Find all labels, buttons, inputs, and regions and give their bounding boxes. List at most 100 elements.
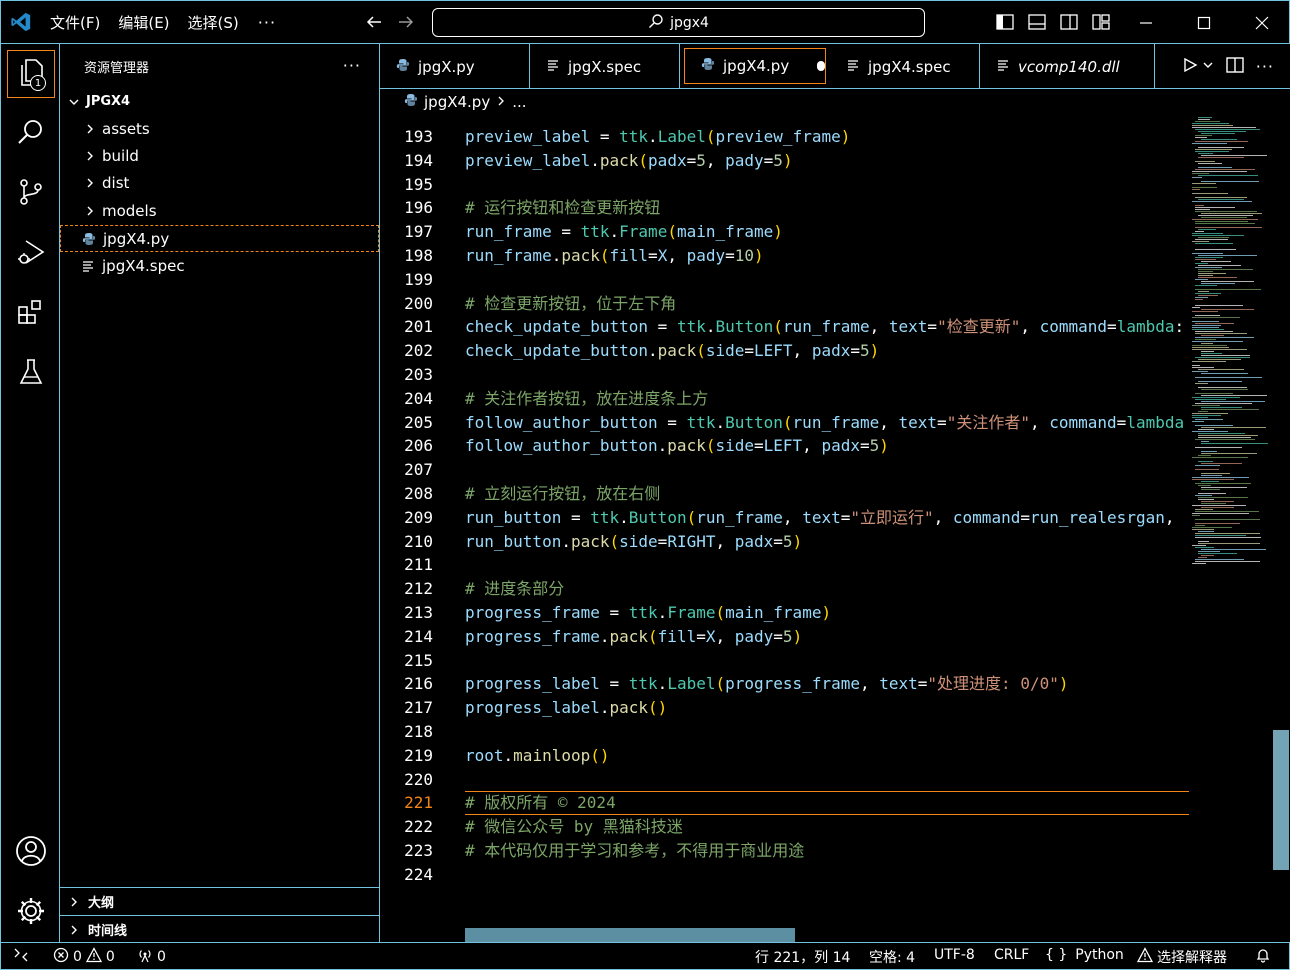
tree-item-build[interactable]: build (60, 142, 379, 169)
code-line[interactable]: 214 progress_frame.pack(fill=X, pady=5) (380, 625, 1190, 649)
notifications[interactable] (1255, 947, 1271, 967)
run-icon[interactable] (1182, 57, 1198, 77)
code-line[interactable]: 220 (380, 768, 1190, 792)
code-text[interactable]: run_button.pack(side=RIGHT, padx=5) (465, 530, 1189, 554)
extensions-activity-button[interactable] (7, 290, 55, 338)
ports-indicator[interactable]: 0 (137, 947, 166, 967)
code-line[interactable]: 208 # 立刻运行按钮，放在右侧 (380, 482, 1190, 506)
accounts-activity-button[interactable] (7, 829, 55, 877)
problems-indicator[interactable]: 0 0 (53, 947, 115, 967)
minimize-icon[interactable] (1131, 9, 1161, 37)
code-text[interactable]: # 微信公众号 by 黑猫科技迷 (465, 815, 1189, 839)
code-line[interactable]: 221 # 版权所有 © 2024 (380, 791, 1190, 815)
code-text[interactable]: # 运行按钮和检查更新按钮 (465, 196, 1189, 220)
tree-item-jpgx4-spec[interactable]: jpgX4.spec (60, 252, 379, 279)
code-line[interactable]: 205 follow_author_button = ttk.Button(run… (380, 411, 1190, 435)
code-text[interactable]: check_update_button.pack(side=LEFT, padx… (465, 339, 1189, 363)
code-text[interactable]: progress_frame.pack(fill=X, pady=5) (465, 625, 1189, 649)
vertical-scrollbar[interactable] (1273, 730, 1289, 870)
code-text[interactable]: check_update_button = ttk.Button(run_fra… (465, 315, 1189, 339)
code-line[interactable]: 196 # 运行按钮和检查更新按钮 (380, 196, 1190, 220)
menu-more-button[interactable]: ··· (248, 13, 286, 32)
customize-layout-icon[interactable] (1092, 13, 1112, 33)
code-line[interactable]: 193 preview_label = ttk.Label(preview_fra… (380, 125, 1190, 149)
menu-edit[interactable]: 编辑(E) (109, 12, 178, 33)
code-text[interactable]: # 检查更新按钮，位于左下角 (465, 292, 1189, 316)
end-of-line[interactable]: CRLF (994, 947, 1029, 963)
command-center-search[interactable]: jpgx4 (432, 8, 925, 37)
explorer-activity-button[interactable]: 1 (7, 50, 55, 98)
tree-item-models[interactable]: models (60, 197, 379, 224)
menu-file[interactable]: 文件(F) (41, 12, 109, 33)
code-line[interactable]: 198 run_frame.pack(fill=X, pady=10) (380, 244, 1190, 268)
indentation[interactable]: 空格: 4 (869, 947, 915, 967)
toggle-secondary-sidebar-icon[interactable] (1060, 13, 1080, 33)
back-arrow-icon[interactable] (363, 11, 385, 33)
code-text[interactable]: run_button = ttk.Button(run_frame, text=… (465, 506, 1189, 530)
code-line[interactable]: 218 (380, 720, 1190, 744)
code-line[interactable]: 215 (380, 649, 1190, 673)
code-text[interactable]: progress_label = ttk.Label(progress_fram… (465, 672, 1189, 696)
timeline-section[interactable]: 时间线 (60, 915, 379, 943)
more-actions-icon[interactable]: ··· (1256, 57, 1274, 76)
code-text[interactable]: progress_frame = ttk.Frame(main_frame) (465, 601, 1189, 625)
encoding[interactable]: UTF-8 (934, 947, 975, 963)
sidebar-more-button[interactable]: ··· (343, 56, 361, 75)
code-line[interactable]: 204 # 关注作者按钮，放在进度条上方 (380, 387, 1190, 411)
code-line[interactable]: 219 root.mainloop() (380, 744, 1190, 768)
code-line[interactable]: 209 run_button = ttk.Button(run_frame, te… (380, 506, 1190, 530)
code-text[interactable]: # 本代码仅用于学习和参考，不得用于商业用途 (465, 839, 1189, 863)
code-line[interactable]: 195 (380, 173, 1190, 197)
code-line[interactable]: 199 (380, 268, 1190, 292)
cursor-position[interactable]: 行 221，列 14 (755, 947, 850, 967)
remote-indicator[interactable] (13, 947, 29, 967)
search-activity-button[interactable] (7, 110, 55, 158)
toggle-panel-icon[interactable] (1028, 13, 1048, 33)
breadcrumb-file[interactable]: jpgX4.py (424, 93, 490, 111)
code-line[interactable]: 212 # 进度条部分 (380, 577, 1190, 601)
code-text[interactable]: # 进度条部分 (465, 577, 1189, 601)
toggle-primary-sidebar-icon[interactable] (996, 13, 1016, 33)
horizontal-scrollbar[interactable] (465, 928, 795, 942)
code-line[interactable]: 207 (380, 458, 1190, 482)
code-line[interactable]: 197 run_frame = ttk.Frame(main_frame) (380, 220, 1190, 244)
code-text[interactable]: preview_label = ttk.Label(preview_frame) (465, 125, 1189, 149)
code-line[interactable]: 202 check_update_button.pack(side=LEFT, p… (380, 339, 1190, 363)
code-line[interactable]: 206 follow_author_button.pack(side=LEFT, … (380, 434, 1190, 458)
tab-vcomp140-dll[interactable]: vcomp140.dll (980, 44, 1155, 89)
code-editor[interactable]: 193 preview_label = ttk.Label(preview_fra… (380, 115, 1290, 942)
maximize-icon[interactable] (1189, 9, 1219, 37)
code-line[interactable]: 217 progress_label.pack() (380, 696, 1190, 720)
interpreter-selector[interactable]: 选择解释器 (1136, 947, 1227, 967)
code-text[interactable]: follow_author_button = ttk.Button(run_fr… (465, 411, 1189, 435)
code-line[interactable]: 201 check_update_button = ttk.Button(run_… (380, 315, 1190, 339)
code-text[interactable]: # 版权所有 © 2024 (465, 791, 1189, 815)
testing-activity-button[interactable] (7, 350, 55, 398)
close-icon[interactable] (1247, 9, 1277, 37)
tree-item-jpgx4-py[interactable]: jpgX4.py (60, 225, 379, 252)
minimap[interactable] (1190, 115, 1274, 575)
tab-jpgx-spec[interactable]: jpgX.spec (530, 44, 680, 89)
tab-jpgx4-py[interactable]: jpgX4.py (684, 48, 826, 84)
code-text[interactable]: # 关注作者按钮，放在进度条上方 (465, 387, 1189, 411)
code-text[interactable]: run_frame = ttk.Frame(main_frame) (465, 220, 1189, 244)
forward-arrow-icon[interactable] (395, 11, 417, 33)
tree-item-dist[interactable]: dist (60, 169, 379, 196)
menu-selection[interactable]: 选择(S) (179, 12, 248, 33)
code-line[interactable]: 210 run_button.pack(side=RIGHT, padx=5) (380, 530, 1190, 554)
chevron-down-icon[interactable] (1202, 59, 1214, 75)
split-editor-icon[interactable] (1226, 56, 1244, 78)
unsaved-dot-icon[interactable] (817, 61, 825, 71)
workspace-root[interactable]: JPGX4 (60, 88, 379, 115)
run-debug-activity-button[interactable] (7, 230, 55, 278)
code-text[interactable]: # 立刻运行按钮，放在右侧 (465, 482, 1189, 506)
tab-jpgx4-spec[interactable]: jpgX4.spec (830, 44, 980, 89)
code-text[interactable]: root.mainloop() (465, 744, 1189, 768)
code-line[interactable]: 203 (380, 363, 1190, 387)
code-line[interactable]: 213 progress_frame = ttk.Frame(main_frame… (380, 601, 1190, 625)
outline-section[interactable]: 大纲 (60, 887, 379, 915)
code-line[interactable]: 211 (380, 553, 1190, 577)
code-line[interactable]: 200 # 检查更新按钮，位于左下角 (380, 292, 1190, 316)
code-line[interactable]: 222 # 微信公众号 by 黑猫科技迷 (380, 815, 1190, 839)
tab-jpgx-py[interactable]: jpgX.py (380, 44, 530, 89)
